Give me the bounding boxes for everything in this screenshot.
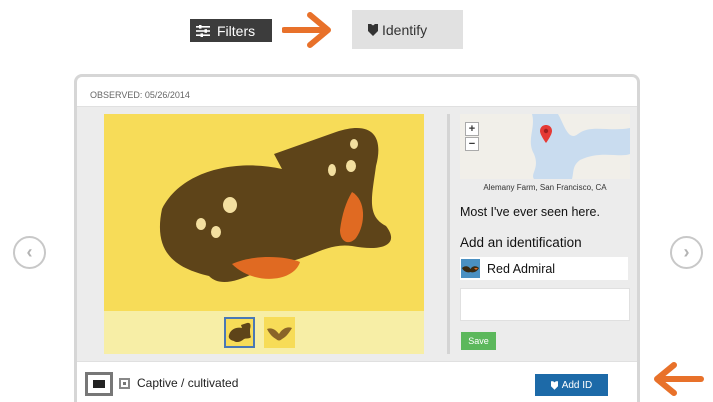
observed-date: OBSERVED: 05/26/2014 xyxy=(90,90,190,100)
zoom-out-button[interactable]: − xyxy=(465,137,479,151)
map-image xyxy=(460,114,630,179)
butterfly-thumbnail-image xyxy=(228,322,251,343)
shield-icon xyxy=(368,23,378,36)
map-location-label: Alemany Farm, San Francisco, CA xyxy=(483,183,607,192)
thumbnail-strip xyxy=(104,311,424,354)
zoom-in-button[interactable]: + xyxy=(465,122,479,136)
map-marker-icon xyxy=(540,125,552,143)
add-id-button[interactable]: Add ID xyxy=(535,374,608,396)
card-footer: Captive / cultivated Add ID xyxy=(77,361,637,402)
butterfly-thumbnail-image xyxy=(267,327,292,341)
photo-thumbnail-2[interactable] xyxy=(264,317,295,348)
remarks-textarea[interactable] xyxy=(460,288,630,321)
zoom-in-glyph: + xyxy=(468,123,476,135)
butterfly-icon xyxy=(462,266,479,273)
select-observation-toggle[interactable] xyxy=(85,372,113,396)
arrow-left-icon xyxy=(654,362,704,396)
identify-label: Identify xyxy=(382,21,428,38)
taxon-field[interactable]: Red Admiral xyxy=(460,257,628,280)
previous-button[interactable]: ‹ xyxy=(13,236,46,269)
observation-photo[interactable] xyxy=(104,114,424,311)
taxon-thumbnail xyxy=(461,259,480,278)
zoom-out-glyph: − xyxy=(468,138,476,150)
save-button[interactable]: Save xyxy=(461,332,496,350)
captive-label: Captive / cultivated xyxy=(137,376,239,390)
filters-label: Filters xyxy=(217,22,256,39)
column-divider xyxy=(447,114,450,354)
location-map[interactable]: + − xyxy=(460,114,630,179)
add-identification-heading: Add an identification xyxy=(460,235,582,250)
taxon-name: Red Admiral xyxy=(487,261,556,276)
card-header: OBSERVED: 05/26/2014 xyxy=(77,77,637,107)
observation-description: Most I've ever seen here. xyxy=(460,205,600,219)
observation-card: OBSERVED: 05/26/2014 + − Alemany Farm, S… xyxy=(74,74,640,402)
chevron-right-icon: › xyxy=(683,242,690,262)
add-id-label: Add ID xyxy=(561,379,593,391)
identify-button[interactable]: Identify xyxy=(352,10,463,49)
filters-button[interactable]: Filters xyxy=(190,19,272,42)
arrow-right-icon xyxy=(282,12,331,48)
captive-checkbox[interactable] xyxy=(119,378,130,389)
butterfly-image xyxy=(159,127,392,283)
next-button[interactable]: › xyxy=(670,236,703,269)
sliders-icon xyxy=(196,24,210,37)
shield-icon xyxy=(550,380,558,390)
chevron-left-icon: ‹ xyxy=(26,242,33,262)
photo-thumbnail-1[interactable] xyxy=(224,317,255,348)
